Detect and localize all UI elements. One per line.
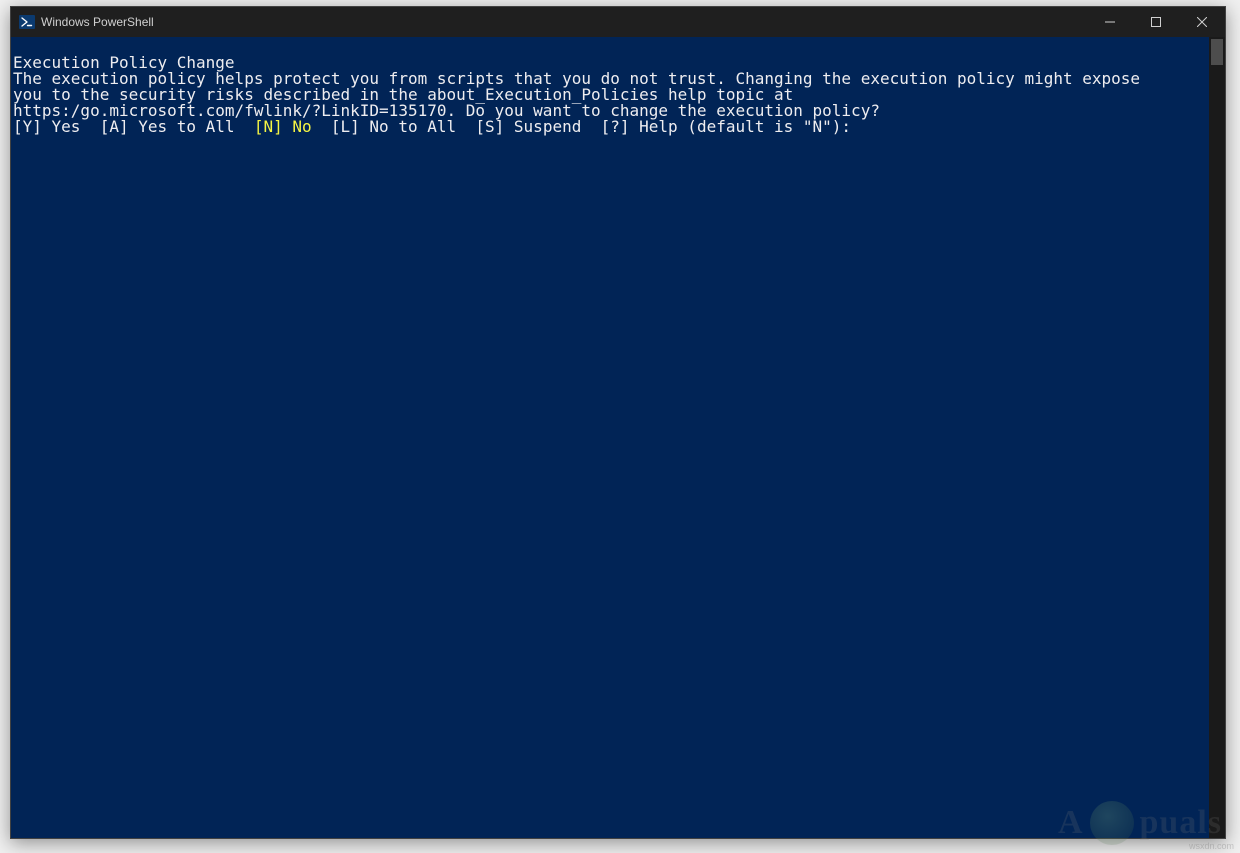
vertical-scrollbar[interactable] [1209, 37, 1225, 838]
window-controls [1087, 7, 1225, 37]
prompt-pre: [Y] Yes [A] Yes to All [13, 117, 254, 136]
close-button[interactable] [1179, 7, 1225, 37]
maximize-button[interactable] [1133, 7, 1179, 37]
prompt-line: [Y] Yes [A] Yes to All [N] No [L] No to … [13, 117, 851, 136]
prompt-post: [L] No to All [S] Suspend [?] Help (defa… [312, 117, 851, 136]
terminal-output[interactable]: Execution Policy Change The execution po… [11, 37, 1225, 838]
scrollbar-thumb[interactable] [1211, 39, 1223, 65]
powershell-icon [19, 14, 35, 30]
prompt-default-option: [N] No [254, 117, 312, 136]
source-label: wsxdn.com [1189, 841, 1234, 851]
titlebar[interactable]: Windows PowerShell [11, 7, 1225, 37]
window-title: Windows PowerShell [41, 15, 154, 29]
minimize-button[interactable] [1087, 7, 1133, 37]
powershell-window: Windows PowerShell Execution Policy Chan… [10, 6, 1226, 839]
